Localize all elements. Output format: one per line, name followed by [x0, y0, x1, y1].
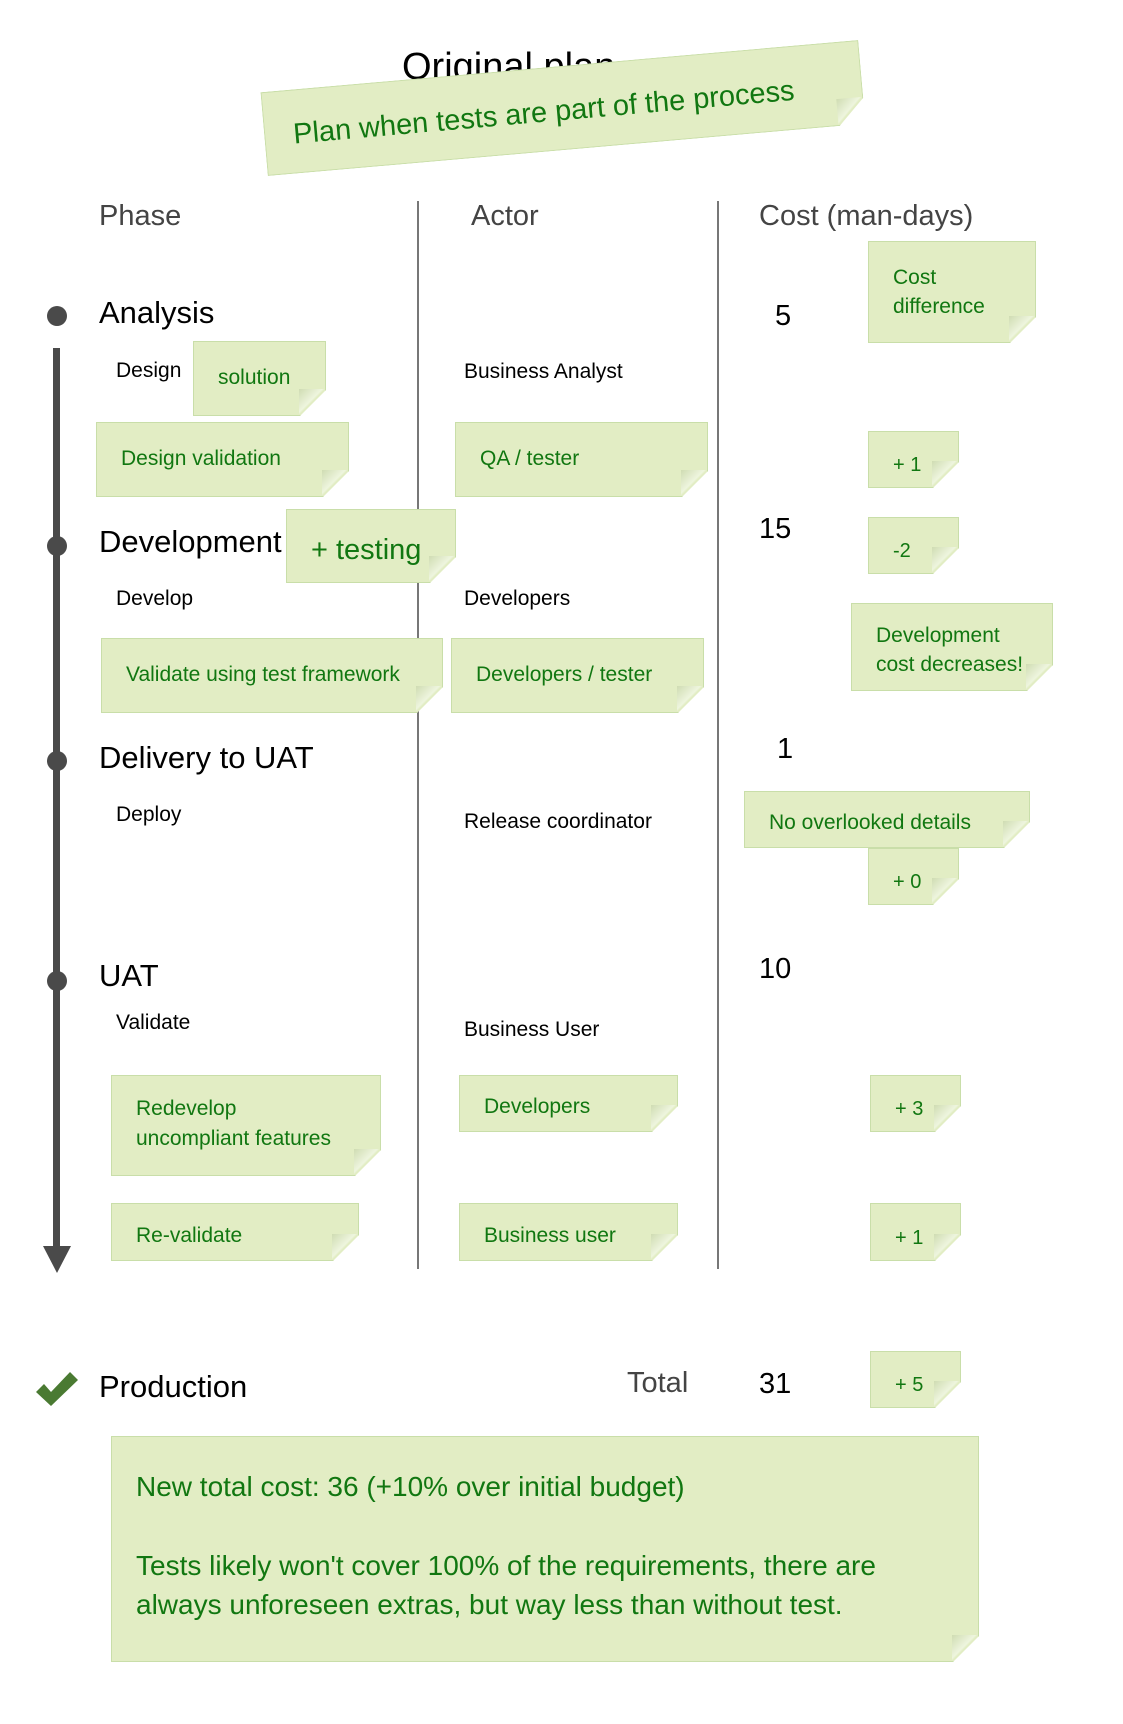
note-text-line2: cost decreases!	[876, 653, 1024, 676]
note-revalidate: Re-validate	[111, 1203, 359, 1261]
note-fold	[651, 1105, 677, 1131]
phase-uat: UAT	[99, 958, 159, 993]
step-deploy: Deploy	[116, 803, 182, 826]
note-text: -2	[893, 540, 911, 562]
note-delivery-delta: + 0	[868, 848, 959, 905]
column-divider-actor-cost	[717, 201, 719, 1269]
cost-delivery: 1	[777, 733, 794, 765]
header-cost: Cost (man-days)	[759, 200, 974, 232]
note-text: + testing	[311, 533, 422, 566]
note-text: Design validation	[121, 447, 281, 471]
cost-development: 15	[759, 513, 792, 545]
phase-delivery-uat: Delivery to UAT	[99, 740, 314, 775]
note-developers-tester: Developers / tester	[451, 638, 704, 713]
note-text: Validate using test framework	[126, 663, 400, 687]
note-fold	[677, 686, 703, 712]
summary-coverage-remark: Tests likely won't cover 100% of the req…	[136, 1550, 876, 1621]
timeline-line	[53, 348, 60, 1250]
note-text: No overlooked details	[769, 810, 971, 834]
phase-dot-uat	[47, 971, 67, 991]
note-fold	[416, 686, 442, 712]
note-plus-testing: + testing	[286, 509, 456, 583]
note-fold	[1026, 664, 1052, 690]
actor-business-analyst: Business Analyst	[464, 360, 623, 383]
note-text-line1: Development	[876, 623, 1000, 647]
note-text-line2: uncompliant features	[136, 1126, 331, 1150]
note-text: QA / tester	[480, 447, 580, 471]
note-fold	[681, 470, 707, 496]
phase-analysis: Analysis	[99, 295, 215, 330]
note-fold	[651, 1234, 677, 1260]
header-actor: Actor	[471, 200, 539, 232]
step-validate: Validate	[116, 1011, 191, 1034]
note-fold	[1003, 821, 1029, 847]
note-total-delta: + 5	[870, 1351, 961, 1408]
note-fold	[932, 461, 958, 487]
note-fold	[429, 556, 455, 582]
note-text: + 1	[895, 1227, 924, 1249]
note-summary: New total cost: 36 (+10% over initial bu…	[111, 1436, 979, 1662]
note-text: Re-validate	[136, 1223, 243, 1247]
header-phase: Phase	[99, 200, 182, 232]
actor-business-user: Business User	[464, 1018, 600, 1041]
actor-developers: Developers	[464, 587, 571, 610]
note-fold	[932, 547, 958, 573]
note-business-user: Business user	[459, 1203, 678, 1261]
note-fold	[952, 1635, 978, 1661]
cost-analysis: 5	[775, 300, 792, 332]
note-fold	[354, 1149, 380, 1175]
phase-dot-delivery	[47, 751, 67, 771]
note-text: + 3	[895, 1098, 924, 1120]
checkmark-icon	[36, 1372, 78, 1406]
step-design: Design	[116, 359, 182, 382]
note-analysis-delta: + 1	[868, 431, 959, 488]
column-divider-phase-actor	[417, 201, 419, 1269]
note-fold	[934, 1105, 960, 1131]
actor-release-coordinator: Release coordinator	[464, 810, 652, 833]
phase-dot-analysis	[47, 306, 67, 326]
note-solution: solution	[193, 341, 326, 416]
note-text: Cost difference	[893, 265, 985, 318]
note-text: + 5	[895, 1374, 924, 1396]
total-label: Total	[627, 1367, 689, 1399]
note-qa-tester: QA / tester	[455, 422, 708, 497]
note-text: solution	[218, 366, 291, 390]
note-text: Developers	[484, 1094, 591, 1118]
note-fold	[934, 1234, 960, 1260]
note-fold	[322, 470, 348, 496]
note-fold	[1009, 316, 1035, 342]
note-fold	[836, 97, 864, 125]
note-fold	[332, 1234, 358, 1260]
summary-new-total: New total cost: 36 (+10% over initial bu…	[136, 1471, 685, 1502]
total-value: 31	[759, 1368, 792, 1400]
note-redevelop-features: Redevelop uncompliant features	[111, 1075, 381, 1176]
phase-production: Production	[99, 1369, 248, 1404]
note-fold	[299, 389, 325, 415]
note-fold	[934, 1381, 960, 1407]
note-text: Developers / tester	[476, 663, 653, 687]
note-text-line1: Redevelop	[136, 1097, 237, 1121]
note-validate-test-framework: Validate using test framework	[101, 638, 443, 713]
cost-uat: 10	[759, 953, 792, 985]
note-developers: Developers	[459, 1075, 678, 1132]
note-fold	[932, 878, 958, 904]
note-text: Business user	[484, 1223, 616, 1247]
timeline-arrow-icon	[43, 1246, 71, 1273]
phase-development: Development	[99, 524, 282, 559]
note-development-delta: -2	[868, 517, 959, 574]
note-development-cost-decreases: Development cost decreases!	[851, 603, 1053, 691]
note-cost-difference: Cost difference	[868, 241, 1036, 343]
note-redevelop-delta: + 3	[870, 1075, 961, 1132]
phase-dot-development	[47, 536, 67, 556]
note-revalidate-delta: + 1	[870, 1203, 961, 1261]
note-text: + 1	[893, 454, 922, 476]
note-text: + 0	[893, 871, 922, 893]
step-develop: Develop	[116, 587, 194, 610]
note-no-overlooked-details: No overlooked details	[744, 791, 1030, 848]
note-text: Plan when tests are part of the process	[291, 74, 796, 151]
note-design-validation: Design validation	[96, 422, 349, 497]
